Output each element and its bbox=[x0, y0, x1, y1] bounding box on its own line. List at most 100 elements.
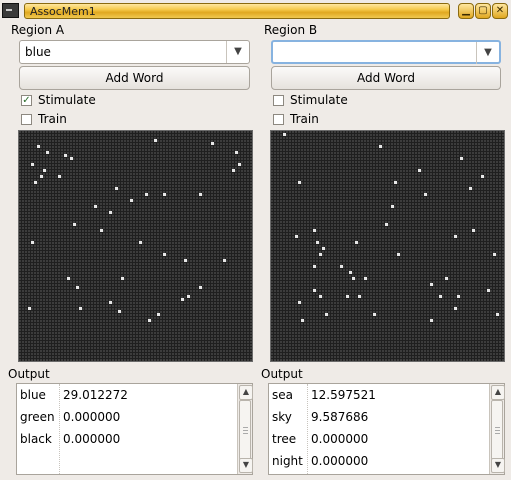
region-a-neuron-grid bbox=[18, 130, 253, 362]
region-a-train-checkbox[interactable] bbox=[21, 114, 32, 125]
active-neuron bbox=[352, 277, 355, 280]
active-neuron bbox=[481, 175, 484, 178]
list-item-value: 0.000000 bbox=[311, 454, 369, 468]
active-neuron bbox=[109, 301, 112, 304]
active-neuron bbox=[283, 133, 286, 136]
active-neuron bbox=[79, 307, 82, 310]
list-item-word: sky bbox=[272, 410, 292, 424]
active-neuron bbox=[154, 139, 157, 142]
column-separator bbox=[307, 384, 308, 474]
active-neuron bbox=[31, 163, 34, 166]
active-neuron bbox=[73, 223, 76, 226]
active-neuron bbox=[100, 229, 103, 232]
region-a-output-scrollbar[interactable]: ▲ ▼ bbox=[237, 384, 253, 474]
region-b-output-label: Output bbox=[261, 367, 303, 381]
minimize-icon[interactable]: ▁ bbox=[458, 3, 474, 19]
active-neuron bbox=[454, 235, 457, 238]
scrollbar-thumb[interactable] bbox=[239, 400, 251, 460]
list-item-word: blue bbox=[20, 388, 46, 402]
region-b-train-checkbox[interactable] bbox=[273, 114, 284, 125]
list-item-value: 0.000000 bbox=[63, 410, 121, 424]
active-neuron bbox=[109, 211, 112, 214]
active-neuron bbox=[199, 193, 202, 196]
scroll-down-icon[interactable]: ▼ bbox=[491, 458, 505, 473]
active-neuron bbox=[163, 253, 166, 256]
list-item-word: tree bbox=[272, 432, 297, 446]
scroll-up-icon[interactable]: ▲ bbox=[239, 385, 253, 400]
region-b-output-list[interactable]: sea 12.597521 sky 9.587686 tree 0.000000… bbox=[268, 383, 505, 475]
active-neuron bbox=[70, 157, 73, 160]
grip-line bbox=[495, 430, 500, 431]
region-b-output-scrollbar[interactable]: ▲ ▼ bbox=[489, 384, 505, 474]
list-item-value: 29.012272 bbox=[63, 388, 128, 402]
active-neuron bbox=[64, 154, 67, 157]
active-neuron bbox=[418, 169, 421, 172]
active-neuron bbox=[301, 319, 304, 322]
region-b-label: Region B bbox=[264, 23, 318, 37]
list-item-word: black bbox=[20, 432, 52, 446]
region-b-add-word-button[interactable]: Add Word bbox=[271, 66, 501, 90]
active-neuron bbox=[325, 313, 328, 316]
active-neuron bbox=[340, 265, 343, 268]
window-menu-icon[interactable] bbox=[2, 3, 19, 18]
region-a-stimulate-label[interactable]: Stimulate bbox=[38, 93, 96, 107]
region-a-combo-value: blue bbox=[25, 45, 51, 59]
active-neuron bbox=[76, 286, 79, 289]
active-neuron bbox=[349, 271, 352, 274]
scroll-up-icon[interactable]: ▲ bbox=[491, 385, 505, 400]
active-neuron bbox=[424, 193, 427, 196]
region-b-word-combo[interactable]: ▼ bbox=[271, 40, 501, 64]
region-a-label: Region A bbox=[11, 23, 65, 37]
active-neuron bbox=[316, 241, 319, 244]
active-neuron bbox=[184, 259, 187, 262]
active-neuron bbox=[67, 277, 70, 280]
active-neuron bbox=[187, 295, 190, 298]
active-neuron bbox=[43, 169, 46, 172]
scroll-down-icon[interactable]: ▼ bbox=[239, 458, 253, 473]
active-neuron bbox=[148, 319, 151, 322]
active-neuron bbox=[346, 295, 349, 298]
active-neuron bbox=[322, 247, 325, 250]
grip-line bbox=[495, 427, 500, 428]
region-b-stimulate-label[interactable]: Stimulate bbox=[290, 93, 348, 107]
chevron-down-icon[interactable]: ▼ bbox=[476, 42, 499, 64]
region-a-output-label: Output bbox=[8, 367, 50, 381]
close-icon[interactable]: ✕ bbox=[492, 3, 508, 19]
active-neuron bbox=[493, 253, 496, 256]
grip-line bbox=[243, 427, 248, 428]
active-neuron bbox=[238, 163, 241, 166]
active-neuron bbox=[121, 277, 124, 280]
region-a-neuron-grid-canvas bbox=[19, 131, 252, 361]
region-b-train-label[interactable]: Train bbox=[290, 112, 319, 126]
region-a-word-combo[interactable]: blue ▼ bbox=[19, 40, 250, 64]
active-neuron bbox=[472, 229, 475, 232]
active-neuron bbox=[457, 295, 460, 298]
list-item-value: 0.000000 bbox=[311, 432, 369, 446]
active-neuron bbox=[34, 181, 37, 184]
active-neuron bbox=[355, 241, 358, 244]
region-a-output-list[interactable]: blue 29.012272 green 0.000000 black 0.00… bbox=[16, 383, 253, 475]
region-a-add-word-button[interactable]: Add Word bbox=[19, 66, 250, 90]
chevron-down-icon[interactable]: ▼ bbox=[226, 41, 249, 63]
active-neuron bbox=[391, 205, 394, 208]
scrollbar-thumb[interactable] bbox=[491, 400, 503, 460]
grip-line bbox=[243, 433, 248, 434]
region-a-stimulate-checkbox[interactable]: ✓ bbox=[21, 95, 32, 106]
active-neuron bbox=[37, 145, 40, 148]
list-item-value: 9.587686 bbox=[311, 410, 369, 424]
list-item-word: sea bbox=[272, 388, 293, 402]
active-neuron bbox=[235, 151, 238, 154]
active-neuron bbox=[454, 307, 457, 310]
active-neuron bbox=[319, 253, 322, 256]
region-a-train-label[interactable]: Train bbox=[38, 112, 67, 126]
active-neuron bbox=[313, 229, 316, 232]
list-item-value: 12.597521 bbox=[311, 388, 376, 402]
title-bar-strip[interactable]: AssocMem1 bbox=[24, 3, 450, 19]
active-neuron bbox=[394, 181, 397, 184]
active-neuron bbox=[385, 223, 388, 226]
region-b-stimulate-checkbox[interactable] bbox=[273, 95, 284, 106]
maximize-icon[interactable]: ▢ bbox=[475, 3, 491, 19]
active-neuron bbox=[460, 157, 463, 160]
active-neuron bbox=[130, 199, 133, 202]
grip-line bbox=[495, 433, 500, 434]
